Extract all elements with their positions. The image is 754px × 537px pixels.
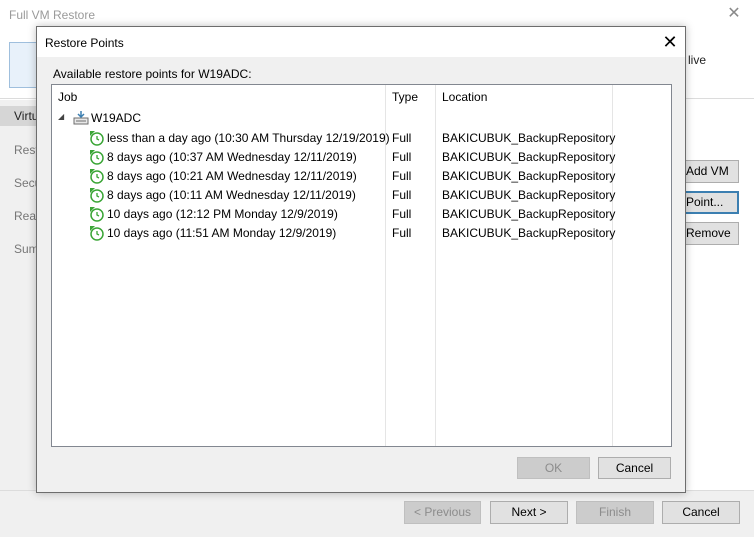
- dialog-cancel-button[interactable]: Cancel: [598, 457, 671, 479]
- wizard-steps-nav: [0, 100, 36, 490]
- close-icon[interactable]: ✕: [659, 31, 681, 53]
- restore-point-type: Full: [392, 169, 412, 183]
- restore-point-type: Full: [392, 226, 412, 240]
- restore-point-location: BAKICUBUK_BackupRepository: [442, 150, 616, 164]
- restore-point-type: Full: [392, 188, 412, 202]
- restore-point-location: BAKICUBUK_BackupRepository: [442, 226, 616, 240]
- finish-button[interactable]: Finish: [576, 501, 654, 524]
- cancel-button[interactable]: Cancel: [662, 501, 740, 524]
- wizard-header-text: live: [688, 53, 707, 67]
- restore-point-location: BAKICUBUK_BackupRepository: [442, 188, 616, 202]
- remove-label: Remove: [686, 226, 731, 240]
- wizard-step-restore-mode[interactable]: Rest: [14, 143, 36, 157]
- restore-point-name: less than a day ago (10:30 AM Thursday 1…: [107, 131, 390, 145]
- restore-point-location: BAKICUBUK_BackupRepository: [442, 131, 616, 145]
- wizard-step-reason[interactable]: Reas: [14, 209, 36, 223]
- close-icon[interactable]: ✕: [724, 4, 744, 24]
- dialog-title: Restore Points: [45, 36, 124, 50]
- wizard-step-summary[interactable]: Sum: [14, 242, 36, 256]
- restore-point-name: 8 days ago (10:11 AM Wednesday 12/11/201…: [107, 188, 356, 202]
- add-vm-label: Add VM: [686, 164, 729, 178]
- dialog-subtitle: Available restore points for W19ADC:: [53, 67, 252, 81]
- dialog-titlebar: Restore Points ✕: [37, 27, 685, 57]
- restore-point-type: Full: [392, 131, 412, 145]
- window-title: Full VM Restore: [9, 8, 96, 22]
- restore-point-name: 8 days ago (10:37 AM Wednesday 12/11/201…: [107, 150, 357, 164]
- restore-points-grid[interactable]: Job Type Location ◢ W19ADC less than a d…: [51, 84, 672, 447]
- restore-point-icon: [89, 206, 105, 222]
- restore-point-row[interactable]: less than a day ago (10:30 AM Thursday 1…: [52, 129, 671, 148]
- column-header-job[interactable]: Job: [58, 90, 77, 104]
- restore-points-dialog: Restore Points ✕ Available restore point…: [36, 26, 686, 493]
- restore-point-row[interactable]: 8 days ago (10:21 AM Wednesday 12/11/201…: [52, 167, 671, 186]
- ok-button[interactable]: OK: [517, 457, 590, 479]
- restore-point-name: 8 days ago (10:21 AM Wednesday 12/11/201…: [107, 169, 357, 183]
- restore-point-location: BAKICUBUK_BackupRepository: [442, 169, 616, 183]
- column-header-type[interactable]: Type: [392, 90, 418, 104]
- restore-point-icon: [89, 149, 105, 165]
- wizard-step-secure-restore[interactable]: Secu: [14, 176, 36, 190]
- restore-point-row[interactable]: 10 days ago (11:51 AM Monday 12/9/2019) F…: [52, 224, 671, 243]
- restore-point-icon: [89, 187, 105, 203]
- server-node-label[interactable]: W19ADC: [91, 111, 141, 125]
- collapse-toggle-icon[interactable]: ◢: [58, 113, 66, 121]
- restore-point-row[interactable]: 10 days ago (12:12 PM Monday 12/9/2019) F…: [52, 205, 671, 224]
- wizard-step-virtual-machines[interactable]: Virtu: [0, 106, 36, 126]
- restore-point-row[interactable]: 8 days ago (10:11 AM Wednesday 12/11/201…: [52, 186, 671, 205]
- previous-button[interactable]: < Previous: [404, 501, 481, 524]
- restore-point-type: Full: [392, 207, 412, 221]
- restore-point-icon: [89, 130, 105, 146]
- restore-point-name: 10 days ago (11:51 AM Monday 12/9/2019): [107, 226, 337, 240]
- restore-point-icon: [89, 225, 105, 241]
- restore-point-location: BAKICUBUK_BackupRepository: [442, 207, 616, 221]
- restore-point-type: Full: [392, 150, 412, 164]
- point-label: Point...: [686, 195, 724, 209]
- restore-point-row[interactable]: 8 days ago (10:37 AM Wednesday 12/11/201…: [52, 148, 671, 167]
- column-header-location[interactable]: Location: [442, 90, 487, 104]
- next-button[interactable]: Next >: [490, 501, 568, 524]
- restore-point-name: 10 days ago (12:12 PM Monday 12/9/2019): [107, 207, 338, 221]
- restore-point-icon: [89, 168, 105, 184]
- server-icon: [73, 111, 89, 125]
- wizard-header-icon: [9, 42, 39, 88]
